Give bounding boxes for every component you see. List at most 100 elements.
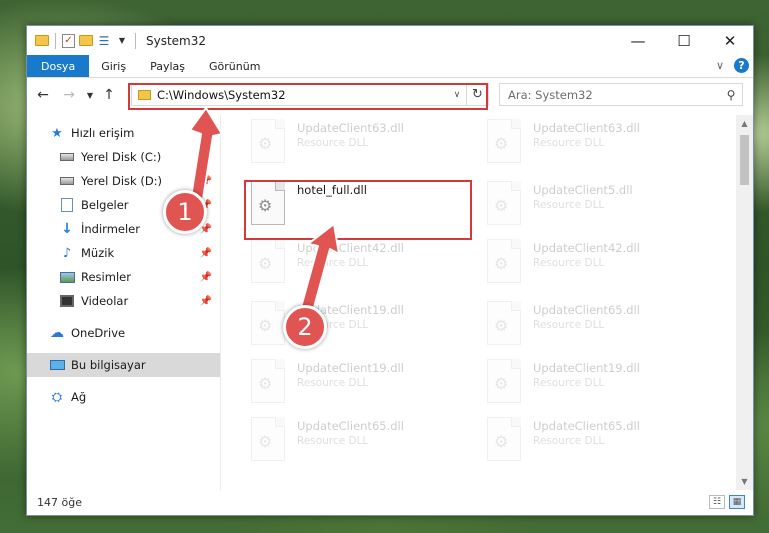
- file-tile[interactable]: ⚙ UpdateClient63.dll Resource DLL: [251, 115, 476, 169]
- properties-check-icon[interactable]: ✓: [62, 33, 75, 48]
- file-tile[interactable]: ⚙ UpdateClient42.dll Resource DLL: [487, 235, 712, 289]
- file-tile[interactable]: ⚙ UpdateClient65.dll Resource DLL: [251, 413, 476, 467]
- sidebar-item-label: Hızlı erişim: [71, 126, 135, 140]
- download-icon: ↓: [61, 221, 73, 237]
- file-type: Resource DLL: [533, 257, 605, 269]
- file-name: UpdateClient19.dll: [297, 361, 404, 375]
- chevron-down-icon[interactable]: ▼: [115, 34, 129, 48]
- customize-list-icon[interactable]: ☰: [97, 34, 111, 48]
- new-folder-icon[interactable]: [79, 34, 93, 48]
- tiles-view-icon[interactable]: ▦: [729, 495, 745, 509]
- file-name: UpdateClient63.dll: [297, 121, 404, 135]
- expand-ribbon-icon[interactable]: ∨: [716, 59, 724, 72]
- dll-file-icon: ⚙: [251, 119, 285, 163]
- video-icon: [59, 294, 75, 308]
- file-tile[interactable]: ⚙ UpdateClient65.dll Resource DLL: [487, 413, 712, 467]
- status-bar: 147 öğe ☷ ▦: [27, 490, 753, 515]
- recent-locations-icon[interactable]: ▼: [83, 83, 97, 107]
- file-name: UpdateClient65.dll: [533, 419, 640, 433]
- sidebar-item-label: Yerel Disk (C:): [81, 150, 162, 164]
- tab-view[interactable]: Görünüm: [197, 55, 272, 77]
- sidebar-item-network[interactable]: ⛭ Ağ: [27, 385, 220, 409]
- pin-icon[interactable]: 📌: [200, 272, 212, 283]
- file-tile[interactable]: ⚙ UpdateClient65.dll Resource DLL: [487, 297, 712, 351]
- sidebar-item-quick-access[interactable]: ★ Hızlı erişim: [27, 121, 220, 145]
- up-arrow-icon[interactable]: ↑: [99, 83, 119, 107]
- file-tile[interactable]: ⚙ UpdateClient5.dll Resource DLL: [487, 177, 712, 231]
- file-tile[interactable]: ⚙ UpdateClient19.dll Resource DLL: [251, 355, 476, 409]
- toolbar-divider: [55, 32, 56, 49]
- toolbar-divider: [135, 32, 136, 49]
- sidebar-item-label: OneDrive: [71, 326, 126, 340]
- sidebar-item-onedrive[interactable]: ☁ OneDrive: [27, 321, 220, 345]
- sidebar-item-label: Müzik: [81, 246, 115, 260]
- sidebar-item-pictures[interactable]: Resimler 📌: [27, 265, 220, 289]
- sidebar-item-local-disk-d[interactable]: Yerel Disk (D:) 📌: [27, 169, 220, 193]
- sidebar-item-this-pc[interactable]: Bu bilgisayar: [27, 353, 220, 377]
- dll-file-icon: ⚙: [487, 359, 521, 403]
- dll-file-icon: ⚙: [251, 359, 285, 403]
- tab-share[interactable]: Paylaş: [138, 55, 197, 77]
- file-tile[interactable]: ⚙ UpdateClient63.dll Resource DLL: [487, 115, 712, 169]
- file-name: UpdateClient42.dll: [533, 241, 640, 255]
- sidebar-item-label: Videolar: [81, 294, 129, 308]
- file-type: Resource DLL: [533, 377, 605, 389]
- forward-arrow-icon[interactable]: →: [59, 83, 79, 107]
- file-name: UpdateClient42.dll: [297, 241, 404, 255]
- star-icon: ★: [51, 125, 63, 141]
- sidebar-item-music[interactable]: ♪ Müzik 📌: [27, 241, 220, 265]
- view-toggle: ☷ ▦: [709, 495, 745, 509]
- file-tile[interactable]: ⚙ UpdateClient19.dll Resource DLL: [487, 355, 712, 409]
- search-icon[interactable]: ⚲: [720, 88, 742, 102]
- file-type: Resource DLL: [297, 257, 369, 269]
- sidebar-item-local-disk-c[interactable]: Yerel Disk (C:) 📌: [27, 145, 220, 169]
- tab-home[interactable]: Giriş: [89, 55, 138, 77]
- dll-file-icon: ⚙: [487, 239, 521, 283]
- drive-icon: [59, 150, 75, 164]
- folder-icon: [35, 34, 49, 48]
- file-name: UpdateClient19.dll: [533, 361, 640, 375]
- sidebar-item-label: Resimler: [81, 270, 131, 284]
- details-view-icon[interactable]: ☷: [709, 495, 725, 509]
- file-tile[interactable]: ⚙ UpdateClient42.dll Resource DLL: [251, 235, 476, 289]
- scroll-up-icon[interactable]: ▲: [736, 115, 753, 132]
- sidebar-item-videos[interactable]: Videolar 📌: [27, 289, 220, 313]
- scroll-thumb[interactable]: [740, 135, 749, 185]
- file-name: UpdateClient65.dll: [533, 303, 640, 317]
- cloud-icon: ☁: [50, 325, 64, 341]
- quick-access-toolbar: ✓ ☰ ▼: [35, 32, 138, 49]
- vertical-scrollbar[interactable]: ▲ ▼: [736, 115, 753, 490]
- document-icon: [59, 198, 75, 212]
- sidebar-item-label: Yerel Disk (D:): [81, 174, 163, 188]
- pin-icon[interactable]: 📌: [200, 296, 212, 307]
- file-type: Resource DLL: [297, 137, 369, 149]
- search-input[interactable]: Ara: System32 ⚲: [499, 83, 743, 106]
- dll-file-icon: ⚙: [487, 119, 521, 163]
- title-bar: ✓ ☰ ▼ System32 — ☐ ✕: [27, 26, 753, 55]
- dll-file-icon: ⚙: [251, 417, 285, 461]
- help-icon[interactable]: ?: [734, 58, 749, 73]
- sidebar-item-label: Bu bilgisayar: [71, 358, 146, 372]
- item-count: 147 öğe: [37, 496, 82, 509]
- navigation-pane: ★ Hızlı erişim Yerel Disk (C:) 📌 Yerel D…: [27, 115, 221, 490]
- file-type: Resource DLL: [533, 319, 605, 331]
- file-type: Resource DLL: [533, 435, 605, 447]
- close-button[interactable]: ✕: [707, 26, 753, 55]
- pin-icon[interactable]: 📌: [200, 176, 212, 187]
- file-name: UpdateClient5.dll: [533, 183, 633, 197]
- network-icon: ⛭: [51, 389, 63, 405]
- pin-icon[interactable]: 📌: [200, 248, 212, 259]
- file-name: UpdateClient65.dll: [297, 419, 404, 433]
- window-controls: — ☐ ✕: [615, 26, 753, 55]
- maximize-button[interactable]: ☐: [661, 26, 707, 55]
- dll-file-icon: ⚙: [487, 417, 521, 461]
- pin-icon[interactable]: 📌: [200, 152, 212, 163]
- minimize-button[interactable]: —: [615, 26, 661, 55]
- dll-file-icon: ⚙: [487, 181, 521, 225]
- ribbon-tabs: Dosya Giriş Paylaş Görünüm ∨ ?: [27, 55, 753, 78]
- step-badge-2: 2: [283, 305, 327, 349]
- address-highlight-box: [128, 83, 488, 110]
- tab-file[interactable]: Dosya: [27, 55, 90, 77]
- back-arrow-icon[interactable]: ←: [33, 83, 53, 107]
- scroll-down-icon[interactable]: ▼: [736, 473, 753, 490]
